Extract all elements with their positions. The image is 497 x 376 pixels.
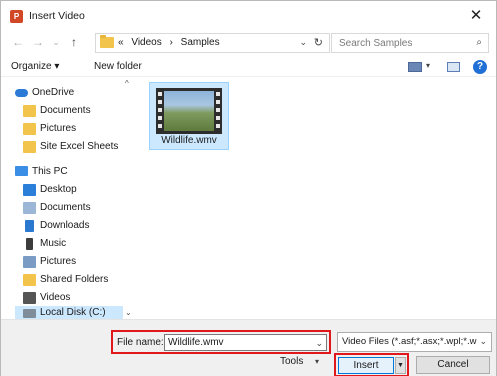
sidebar-item-label: Shared Folders — [40, 274, 109, 285]
insert-options-dropdown[interactable]: ▼ — [395, 357, 406, 374]
insert-highlight: Insert ▼ — [334, 353, 409, 376]
sidebar-item-documents[interactable]: Documents — [23, 200, 123, 218]
sidebar-item-label: Documents — [40, 105, 91, 116]
sidebar-item-downloads[interactable]: Downloads — [23, 218, 123, 236]
breadcrumb-separator[interactable]: › — [170, 37, 173, 48]
sidebar-item-this-pc[interactable]: This PC — [15, 164, 123, 182]
forward-arrow-icon[interactable]: → — [29, 33, 47, 51]
file-list[interactable]: Wildlife.wmv — [140, 78, 496, 318]
recent-locations-icon[interactable]: ⌄ — [47, 33, 65, 51]
sidebar-item-pictures[interactable]: Pictures — [23, 254, 123, 272]
file-name-input[interactable]: Wildlife.wmv ⌄ — [164, 334, 327, 351]
folder-icon — [23, 274, 36, 286]
disk-icon — [23, 309, 36, 318]
file-name-highlight: File name: Wildlife.wmv ⌄ — [111, 330, 331, 354]
sidebar-item-desktop[interactable]: Desktop — [23, 182, 123, 200]
videos-icon — [23, 292, 36, 304]
chevron-down-icon[interactable]: ▾ — [315, 357, 319, 366]
organize-button[interactable]: Organize ▾ — [11, 61, 59, 72]
sidebar-item-onedrive-documents[interactable]: Documents — [23, 103, 123, 121]
downloads-icon — [25, 220, 34, 232]
sidebar-item-site-excel-sheets[interactable]: Site Excel Sheets — [23, 139, 127, 157]
sidebar-item-label: Documents — [40, 202, 91, 213]
folder-icon — [100, 35, 114, 48]
back-arrow-icon[interactable]: ← — [9, 33, 27, 51]
sidebar-item-shared-folders[interactable]: Shared Folders — [23, 272, 123, 290]
video-thumbnail — [156, 88, 222, 134]
computer-icon — [15, 166, 28, 176]
new-folder-button[interactable]: New folder — [94, 61, 142, 72]
chevron-down-icon[interactable]: ▾ — [426, 61, 430, 70]
wildlife-scene-image — [164, 91, 214, 131]
close-button[interactable]: ✕ — [456, 1, 496, 31]
sidebar-item-label: Desktop — [40, 184, 77, 195]
breadcrumb-overflow[interactable]: « — [118, 37, 124, 48]
dialog-title: Insert Video — [29, 10, 85, 22]
search-input[interactable]: Search Samples ⌕ — [331, 33, 489, 53]
cancel-button[interactable]: Cancel — [416, 356, 490, 374]
tools-button[interactable]: Tools — [280, 356, 303, 367]
breadcrumb: « Videos › Samples — [118, 37, 225, 48]
title-bar: P Insert Video ✕ — [1, 1, 496, 31]
chevron-down-icon[interactable]: ⌄ — [315, 338, 323, 349]
sidebar-item-label: Pictures — [40, 123, 77, 134]
navigation-pane[interactable]: ^ OneDrive Documents Pictures Site Excel… — [1, 78, 139, 322]
desktop-icon — [23, 184, 36, 196]
scroll-up-icon[interactable]: ^ — [125, 79, 129, 88]
file-type-select[interactable]: Video Files (*.asf;*.asx;*.wpl;*.w ⌄ — [337, 332, 492, 352]
chevron-down-icon[interactable]: ⌄ — [479, 336, 487, 347]
sidebar-item-music[interactable]: Music — [23, 236, 123, 254]
sidebar-item-label: Pictures — [40, 256, 77, 267]
chevron-down-icon[interactable]: ⌄ — [299, 37, 307, 48]
file-name-value: Wildlife.wmv — [168, 337, 224, 348]
folder-icon — [23, 105, 36, 117]
sidebar-item-label: Local Disk (C:) — [40, 307, 106, 318]
sidebar-item-onedrive[interactable]: OneDrive — [15, 85, 123, 103]
breadcrumb-samples[interactable]: Samples — [181, 37, 220, 48]
sidebar-item-label: Videos — [40, 292, 71, 303]
music-icon — [26, 238, 33, 250]
sidebar-item-label: Downloads — [40, 220, 90, 231]
file-name-label: File name: — [117, 337, 164, 348]
navigation-bar: ← → ⌄ ↑ « Videos › Samples ⌄ ↻ Search Sa… — [1, 31, 496, 55]
refresh-icon[interactable]: ↻ — [314, 36, 323, 49]
file-type-value: Video Files (*.asf;*.asx;*.wpl;*.w — [342, 336, 477, 347]
documents-icon — [23, 202, 36, 214]
insert-button[interactable]: Insert — [338, 357, 394, 374]
powerpoint-app-icon: P — [10, 10, 23, 23]
file-name-label: Wildlife.wmv — [161, 135, 217, 146]
address-bar[interactable]: « Videos › Samples ⌄ ↻ — [95, 33, 330, 53]
scroll-down-icon[interactable]: ⌄ — [125, 308, 132, 317]
help-icon[interactable]: ? — [473, 60, 487, 74]
sidebar-item-label: OneDrive — [32, 87, 75, 98]
change-view-icon[interactable] — [408, 62, 422, 72]
sidebar-item-label: Music — [40, 238, 67, 249]
onedrive-icon — [15, 89, 28, 97]
sidebar-item-label: Site Excel Sheets — [40, 141, 119, 152]
search-placeholder: Search Samples — [339, 38, 413, 49]
sidebar-item-label: This PC — [32, 166, 68, 177]
folder-icon — [23, 141, 36, 153]
sidebar-item-onedrive-pictures[interactable]: Pictures — [23, 121, 123, 139]
preview-pane-icon[interactable] — [447, 62, 460, 72]
folder-icon — [23, 123, 36, 135]
pictures-icon — [23, 256, 36, 268]
file-item[interactable]: Wildlife.wmv — [149, 82, 229, 150]
search-icon[interactable]: ⌕ — [476, 37, 482, 48]
up-arrow-icon[interactable]: ↑ — [65, 33, 83, 51]
dialog-footer: File name: Wildlife.wmv ⌄ Video Files (*… — [1, 319, 496, 376]
breadcrumb-videos[interactable]: Videos — [131, 37, 161, 48]
command-toolbar: Organize ▾ New folder ▾ ? — [1, 57, 496, 77]
insert-video-dialog: P Insert Video ✕ ← → ⌄ ↑ « Videos › Samp… — [0, 0, 497, 376]
